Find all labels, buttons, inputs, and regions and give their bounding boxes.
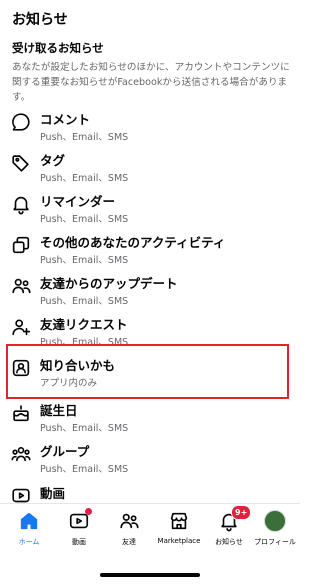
cake-icon (10, 402, 32, 424)
friends-icon (118, 510, 140, 532)
tab-label: 動画 (72, 538, 86, 546)
section-title: 受け取るお知らせ (12, 41, 104, 55)
add-friend-icon (10, 316, 32, 338)
setting-item-label: グループ (40, 444, 90, 459)
setting-item-channels: アプリ内のみ (40, 378, 98, 389)
tag-icon (10, 152, 32, 174)
tab-label: ホーム (18, 538, 40, 546)
groups-icon (10, 443, 32, 465)
setting-item-label: 友達からのアップデート (40, 276, 178, 291)
tab-marketplace[interactable]: Marketplace (154, 508, 204, 554)
home-icon (18, 510, 40, 532)
setting-item-channels: Push、Email、SMS (40, 423, 129, 434)
notification-count-badge: 9+ (231, 505, 252, 520)
tab-profile[interactable]: プロフィール (250, 508, 300, 554)
video-tab-icon (68, 508, 92, 532)
tab-video[interactable]: 動画 (54, 508, 104, 554)
friends-update-icon (10, 275, 32, 297)
profile-avatar (264, 510, 286, 532)
setting-item-channels: Push、Email、SMS (40, 214, 129, 225)
setting-item-friend-updates[interactable]: 友達からのアップデート Push、Email、SMS (0, 272, 300, 312)
setting-item-label: 知り合いかも (40, 358, 116, 373)
setting-item-other-activity[interactable]: その他のあなたのアクティビティ Push、Email、SMS (0, 231, 300, 271)
setting-item-channels: Push、Email、SMS (40, 464, 129, 475)
page-title: お知らせ (12, 12, 68, 28)
setting-item-label: 誕生日 (40, 403, 78, 418)
setting-item-comments[interactable]: コメント Push、Email、SMS (0, 108, 300, 148)
setting-item-groups[interactable]: グループ Push、Email、SMS (0, 440, 300, 480)
setting-item-label: コメント (40, 112, 91, 127)
section-description: あなたが設定したお知らせのほかに、アカウントやコンテンツに関する重要なお知らせが… (12, 62, 290, 103)
setting-item-channels: Push、Email、SMS (40, 255, 129, 266)
notification-dot (85, 508, 92, 515)
notifications-icon: 9+ (218, 505, 252, 532)
tab-notifications[interactable]: 9+ お知らせ (204, 505, 254, 554)
setting-item-channels: Push、Email、SMS (40, 132, 129, 143)
tab-label: お知らせ (215, 538, 243, 546)
setting-item-people-you-may-know[interactable]: 知り合いかも アプリ内のみ (0, 354, 300, 394)
setting-item-label: その他のあなたのアクティビティ (40, 235, 226, 250)
home-indicator (100, 573, 200, 577)
tab-home[interactable]: ホーム (4, 508, 54, 554)
setting-item-tags[interactable]: タグ Push、Email、SMS (0, 149, 300, 189)
setting-item-channels: Push、Email、SMS (40, 173, 129, 184)
setting-item-label: リマインダー (40, 194, 116, 209)
activity-icon (10, 234, 32, 256)
comment-icon (10, 111, 32, 133)
setting-item-label: 友達リクエスト (40, 317, 128, 332)
setting-item-reminders[interactable]: リマインダー Push、Email、SMS (0, 190, 300, 230)
bottom-tab-bar: ホーム 動画 友達 Marketplace 9+ お知らせ プロフィール (0, 503, 300, 556)
tab-friends[interactable]: 友達 (104, 508, 154, 554)
tab-label: Marketplace (157, 537, 201, 545)
tab-label: 友達 (122, 538, 136, 546)
setting-item-birthdays[interactable]: 誕生日 Push、Email、SMS (0, 399, 300, 439)
bell-icon (10, 193, 32, 215)
tab-label: プロフィール (254, 538, 296, 546)
contact-card-icon (10, 357, 32, 379)
setting-item-label: タグ (40, 153, 66, 168)
setting-item-channels: Push、Email、SMS (40, 296, 129, 307)
setting-item-label: 動画 (40, 486, 66, 501)
marketplace-icon (168, 510, 190, 532)
